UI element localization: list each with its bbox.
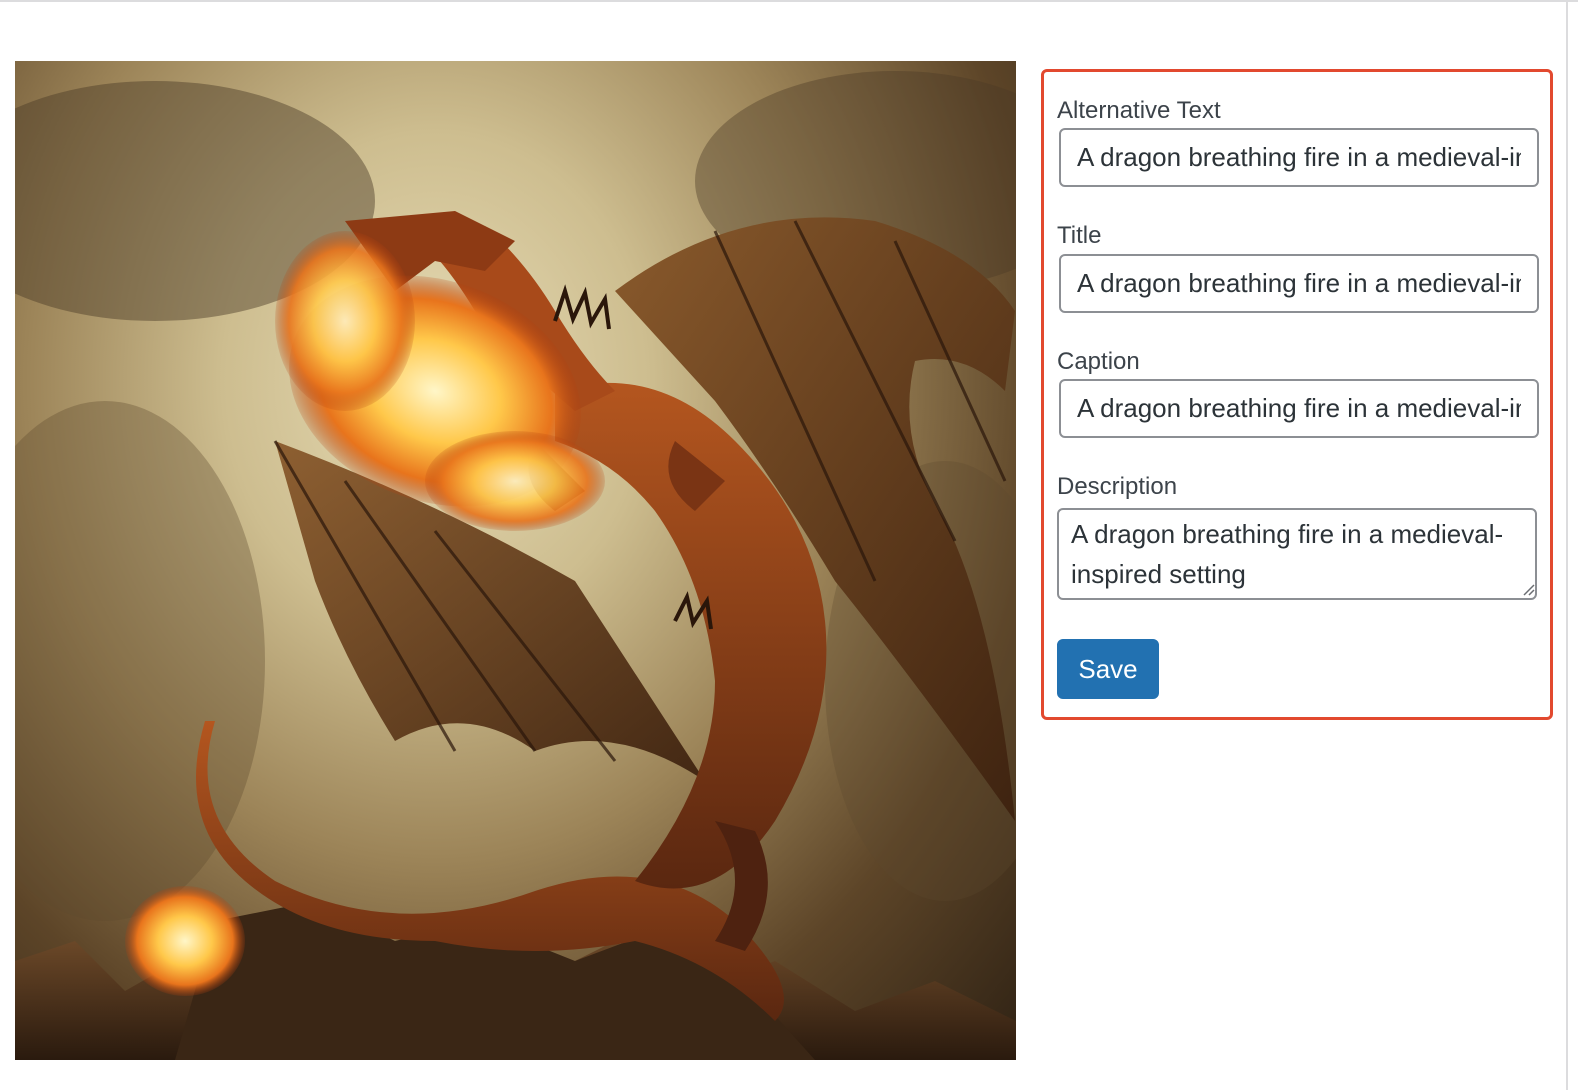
top-divider: [0, 0, 1578, 2]
caption-label: Caption: [1057, 348, 1140, 375]
description-textarea[interactable]: A dragon breathing fire in a medieval-in…: [1057, 508, 1537, 600]
alt-text-label: Alternative Text: [1057, 97, 1221, 124]
caption-input[interactable]: [1059, 379, 1539, 438]
resize-handle-icon[interactable]: [1521, 582, 1535, 596]
dragon-illustration: [15, 71, 1016, 1060]
title-input[interactable]: [1059, 254, 1539, 313]
alt-text-input[interactable]: [1059, 128, 1539, 187]
save-button[interactable]: Save: [1057, 639, 1159, 699]
attachment-details-screen: Alternative Text Title Caption Descripti…: [0, 0, 1578, 1090]
description-label: Description: [1057, 473, 1178, 500]
title-label: Title: [1057, 222, 1102, 249]
scrollbar-track[interactable]: [1566, 0, 1568, 1090]
attachment-details-panel: Alternative Text Title Caption Descripti…: [1041, 69, 1553, 720]
image-preview: [15, 61, 1016, 1060]
